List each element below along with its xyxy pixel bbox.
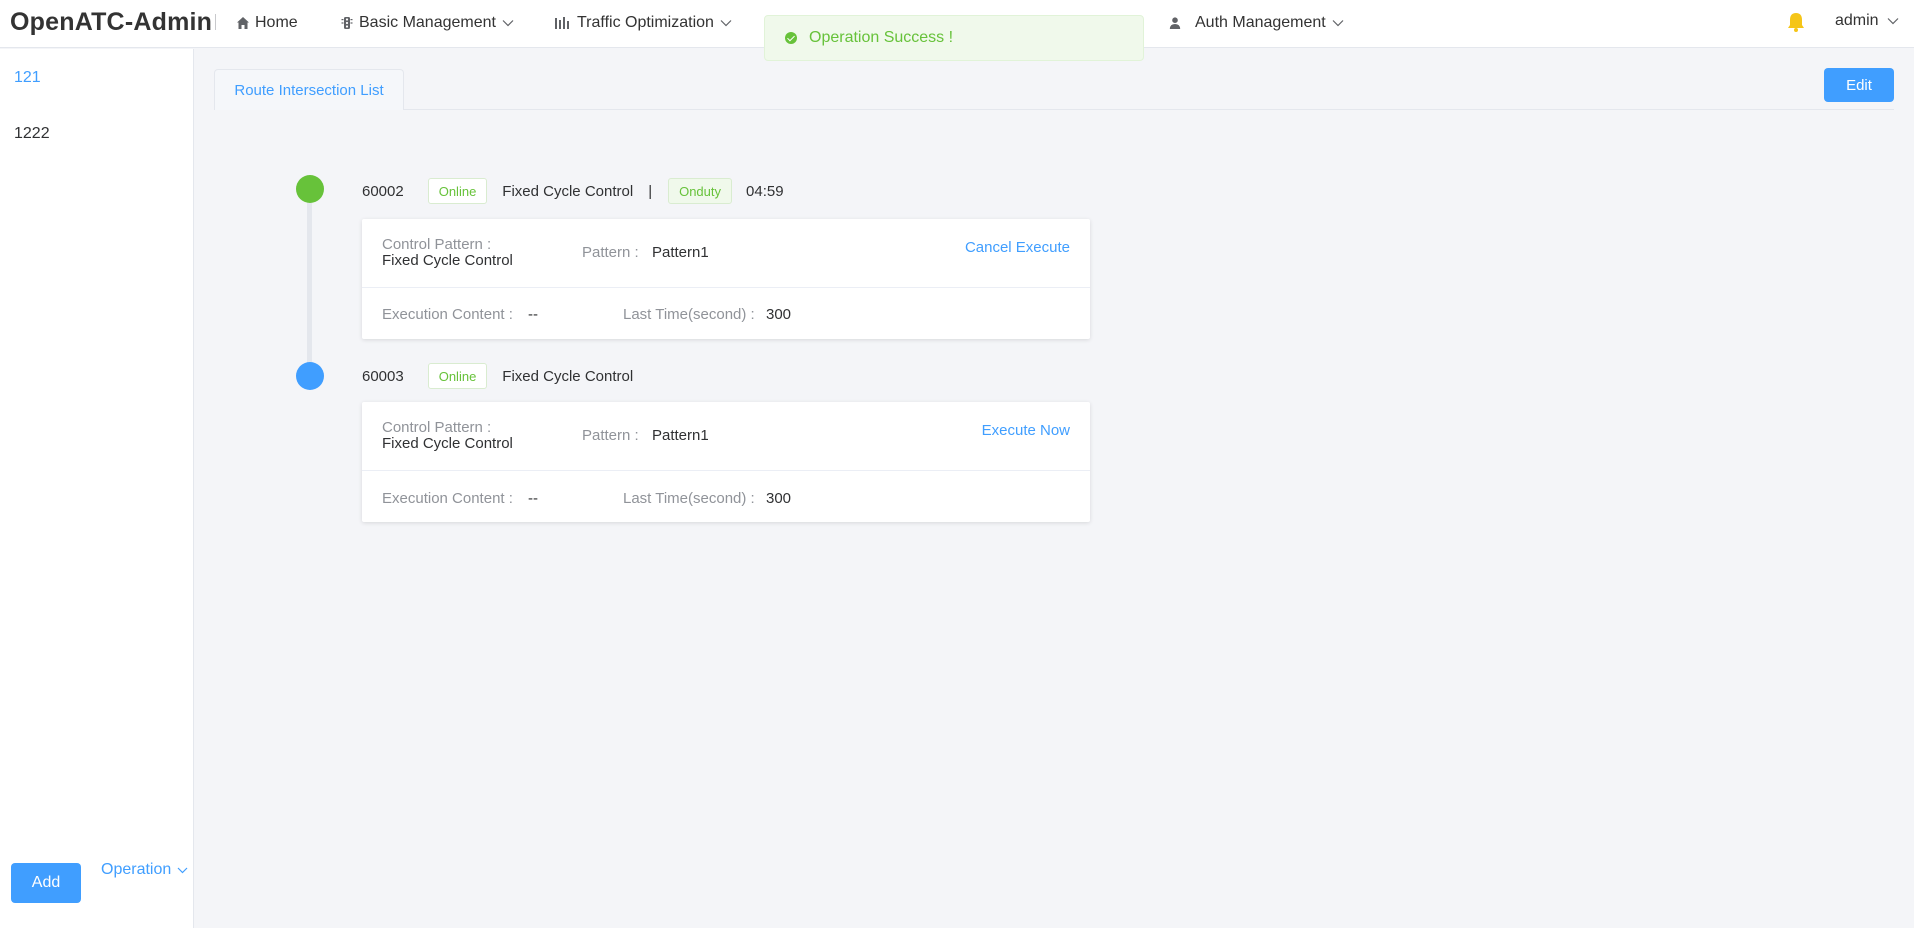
card-divider <box>362 470 1090 471</box>
operation-dropdown[interactable]: Operation <box>101 861 188 879</box>
user-icon <box>1169 17 1181 29</box>
header-separator: | <box>648 182 653 200</box>
pattern-label: Pattern : <box>582 427 639 444</box>
control-mode: Fixed Cycle Control <box>502 367 634 385</box>
chevron-down-icon <box>1887 18 1899 25</box>
tab-underline <box>404 109 1894 110</box>
control-pattern-label: Control Pattern : <box>382 419 492 436</box>
nav-traffic-label: Traffic Optimization <box>577 14 714 31</box>
timeline-dot-active <box>296 175 324 203</box>
user-name: admin <box>1835 12 1879 29</box>
card-divider <box>362 287 1090 288</box>
optimization-icon <box>555 17 569 29</box>
chevron-down-icon <box>177 867 188 873</box>
cancel-execute-button[interactable]: Cancel Execute <box>965 239 1070 256</box>
chevron-down-icon <box>720 20 732 27</box>
timeline-line <box>307 200 312 370</box>
execute-now-button[interactable]: Execute Now <box>982 422 1070 439</box>
execution-content-value: -- <box>528 490 538 507</box>
pattern-value: Pattern1 <box>652 244 709 261</box>
status-badge: Online <box>427 363 488 389</box>
nav-auth-label: Auth Management <box>1195 14 1326 31</box>
add-button[interactable]: Add <box>11 863 81 903</box>
intersection-header: 60003 Online Fixed Cycle Control <box>362 363 633 389</box>
last-time-value: 300 <box>766 306 792 323</box>
countdown-time: 04:59 <box>746 182 784 200</box>
pattern-label: Pattern : <box>582 244 639 261</box>
nav-basic-label: Basic Management <box>359 14 496 31</box>
nav-traffic-optimization[interactable]: Traffic Optimization <box>554 12 732 34</box>
last-time-label: Last Time(second) : <box>623 306 755 323</box>
header-divider <box>215 14 216 30</box>
toast-message: Operation Success ! <box>809 29 954 46</box>
execution-content-label: Execution Content : <box>382 306 513 323</box>
last-time-value: 300 <box>766 490 792 507</box>
control-pattern-value: Fixed Cycle Control <box>382 435 513 452</box>
edit-button[interactable]: Edit <box>1824 68 1894 102</box>
chevron-down-icon <box>1332 20 1344 27</box>
intersection-card: Control Pattern : Fixed Cycle Control Pa… <box>362 402 1090 522</box>
nav-home[interactable]: Home <box>236 12 298 34</box>
status-badge: Online <box>427 178 488 204</box>
home-icon <box>237 17 249 29</box>
sidebar-item-1222[interactable]: 1222 <box>14 125 50 143</box>
app-logo[interactable]: OpenATC-Admin <box>10 8 212 37</box>
control-pattern-value: Fixed Cycle Control <box>382 252 513 269</box>
nav-auth-management[interactable]: Auth Management <box>1168 12 1344 34</box>
user-menu[interactable]: admin <box>1835 12 1899 30</box>
duty-badge: Onduty <box>668 178 733 204</box>
sidebar-item-121[interactable]: 121 <box>14 69 41 87</box>
operation-label: Operation <box>101 861 172 878</box>
sidebar: 121 1222 Add Operation <box>0 49 194 928</box>
intersection-card: Control Pattern : Fixed Cycle Control Pa… <box>362 219 1090 339</box>
intersection-id: 60003 <box>362 367 404 385</box>
control-pattern-label: Control Pattern : <box>382 236 492 253</box>
tab-route-intersection-list[interactable]: Route Intersection List <box>214 69 404 110</box>
chevron-down-icon <box>502 20 514 27</box>
control-mode: Fixed Cycle Control <box>502 182 634 200</box>
execution-content-value: -- <box>528 306 538 323</box>
last-time-label: Last Time(second) : <box>623 490 755 507</box>
intersection-header: 60002 Online Fixed Cycle Control | Ondut… <box>362 178 784 204</box>
success-check-icon <box>785 32 797 44</box>
timeline-dot <box>296 362 324 390</box>
execution-content-label: Execution Content : <box>382 490 513 507</box>
nav-home-label: Home <box>255 14 298 31</box>
pattern-value: Pattern1 <box>652 427 709 444</box>
success-toast: Operation Success ! <box>764 15 1144 61</box>
intersection-id: 60002 <box>362 182 404 200</box>
traffic-light-icon <box>341 17 353 29</box>
nav-basic-management[interactable]: Basic Management <box>340 12 514 34</box>
notification-bell-icon[interactable] <box>1786 11 1806 38</box>
